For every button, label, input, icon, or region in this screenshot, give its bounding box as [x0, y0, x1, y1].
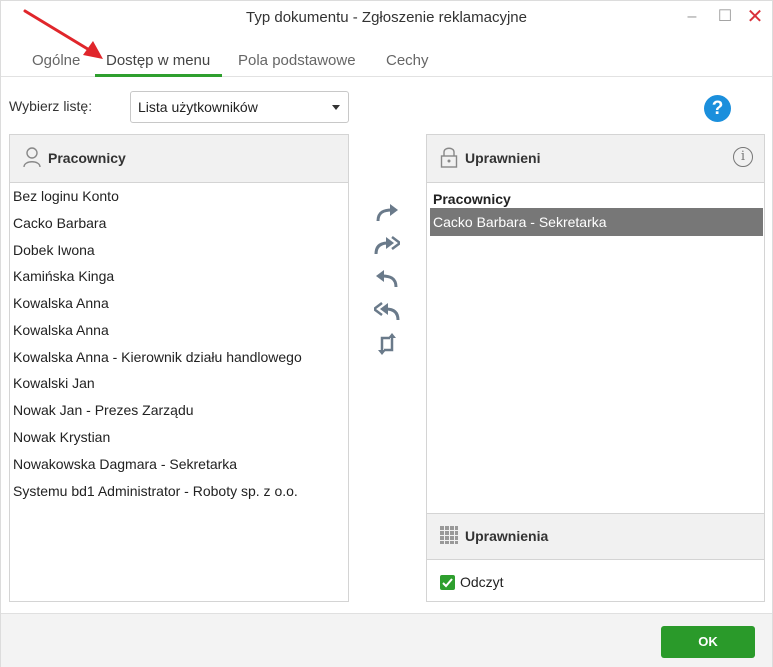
move-all-left-icon[interactable]: [374, 300, 400, 324]
help-icon[interactable]: ?: [704, 95, 731, 122]
list-item[interactable]: Bez loginu Konto: [13, 188, 119, 204]
employees-panel-title: Pracownicy: [48, 150, 126, 166]
move-right-icon[interactable]: [374, 201, 400, 225]
list-select-dropdown[interactable]: Lista użytkowników: [130, 91, 349, 123]
dialog-footer: OK: [1, 613, 772, 667]
selected-list-item[interactable]: Cacko Barbara - Sekretarka: [430, 208, 763, 236]
authorized-panel: Uprawnieni i Pracownicy Cacko Barbara - …: [426, 134, 765, 602]
list-select-label: Wybierz listę:: [9, 98, 93, 114]
list-item[interactable]: Nowakowska Dagmara - Sekretarka: [13, 456, 237, 472]
red-arrow-annotation-icon: [23, 9, 103, 59]
title-bar: Typ dokumentu - Zgłoszenie reklamacyjne …: [1, 1, 772, 35]
read-checkbox-label: Odczyt: [460, 574, 504, 590]
permissions-title: Uprawnienia: [465, 528, 549, 544]
employees-panel: Pracownicy Bez loginu Konto Cacko Barbar…: [9, 134, 349, 602]
list-item[interactable]: Nowak Jan - Prezes Zarządu: [13, 402, 194, 418]
list-item[interactable]: Kowalska Anna: [13, 295, 109, 311]
active-tab-indicator: [95, 74, 222, 77]
chevron-down-icon: [332, 105, 340, 110]
list-item[interactable]: Kowalski Jan: [13, 375, 95, 391]
selected-list-item-label: Cacko Barbara - Sekretarka: [433, 214, 607, 230]
tab-bar: Ogólne Dostęp w menu Pola podstawowe Cec…: [1, 45, 772, 77]
info-icon[interactable]: i: [733, 147, 753, 167]
close-button[interactable]: ✕: [744, 7, 766, 27]
list-item[interactable]: Dobek Iwona: [13, 242, 95, 258]
refresh-icon[interactable]: [374, 332, 400, 356]
checkmark-icon: [442, 578, 453, 588]
employees-panel-header: Pracownicy: [10, 135, 348, 183]
permissions-header: Uprawnienia: [427, 513, 764, 560]
ok-button[interactable]: OK: [661, 626, 755, 658]
list-select-value: Lista użytkowników: [138, 99, 258, 115]
read-checkbox[interactable]: [440, 575, 455, 590]
move-all-right-icon[interactable]: [374, 234, 400, 258]
dialog-window: Typ dokumentu - Zgłoszenie reklamacyjne …: [0, 0, 773, 667]
lock-icon: [440, 147, 458, 168]
maximize-button[interactable]: ☐: [714, 7, 736, 27]
list-item[interactable]: Nowak Krystian: [13, 429, 110, 445]
list-item[interactable]: Kamińska Kinga: [13, 268, 114, 284]
authorized-panel-title: Uprawnieni: [465, 150, 541, 166]
move-left-icon[interactable]: [374, 267, 400, 291]
tab-dostep-w-menu[interactable]: Dostęp w menu: [106, 52, 210, 69]
tab-pola-podstawowe[interactable]: Pola podstawowe: [238, 52, 356, 69]
group-label: Pracownicy: [433, 191, 511, 207]
list-item[interactable]: Systemu bd1 Administrator - Roboty sp. z…: [13, 483, 298, 499]
grid-icon: [440, 526, 458, 544]
person-icon: [23, 147, 41, 168]
tab-cechy[interactable]: Cechy: [386, 52, 429, 69]
list-item[interactable]: Kowalska Anna - Kierownik działu handlow…: [13, 349, 302, 365]
list-item[interactable]: Kowalska Anna: [13, 322, 109, 338]
window-title: Typ dokumentu - Zgłoszenie reklamacyjne: [246, 9, 527, 26]
authorized-panel-header: Uprawnieni i: [427, 135, 764, 183]
list-item[interactable]: Cacko Barbara: [13, 215, 106, 231]
minimize-button[interactable]: –: [681, 7, 703, 27]
